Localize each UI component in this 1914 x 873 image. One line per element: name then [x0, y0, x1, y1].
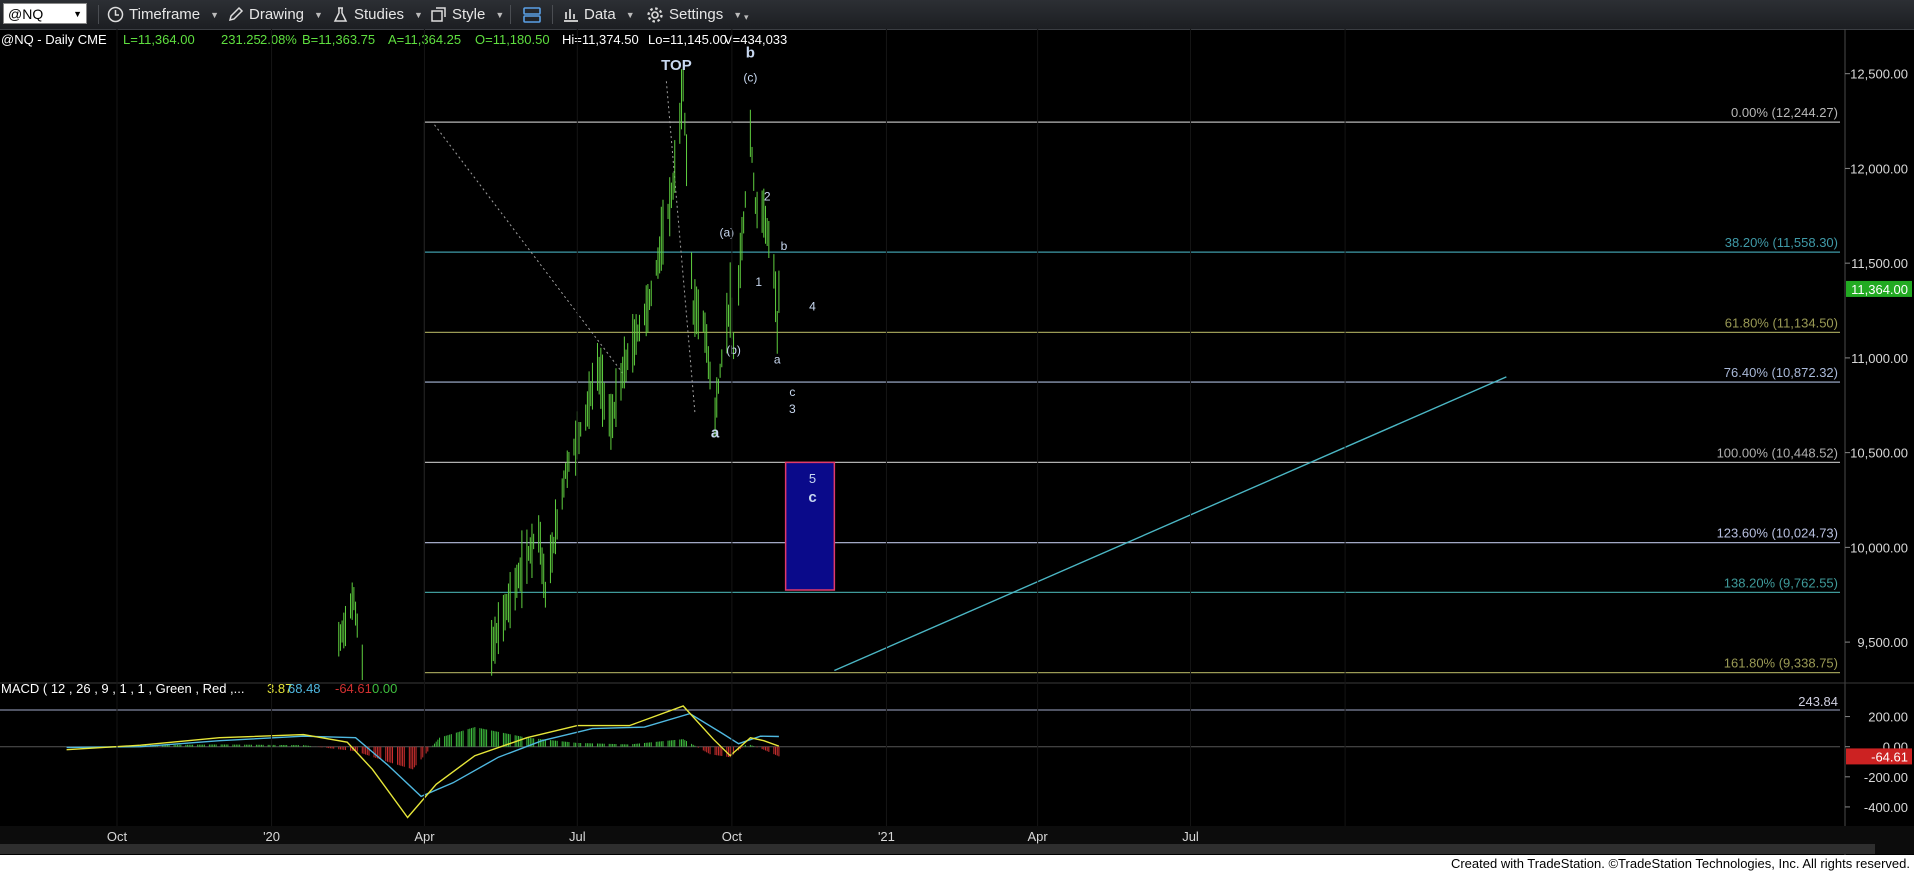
macd-reference-label: 243.84	[1798, 694, 1838, 709]
dotted-trend-line	[665, 81, 696, 413]
chevron-down-icon: ▼	[73, 8, 82, 19]
price-header: @NQ - Daily CME L=11,364.00 231.25 2.08%…	[1, 32, 787, 47]
data-label: Data	[584, 6, 616, 23]
fib-level-label: 76.40% (10,872.32)	[1724, 365, 1838, 380]
data-button[interactable]: Data ▼	[562, 0, 635, 29]
gear-icon	[647, 6, 663, 23]
macd-histogram	[67, 727, 780, 770]
time-axis-label: Jul	[1182, 829, 1199, 844]
price-axis-label: 11,000.00	[1851, 351, 1908, 366]
toolbar-divider	[98, 5, 99, 24]
time-axis-label: Apr	[1028, 829, 1049, 844]
chevron-down-icon: ▼	[733, 9, 743, 20]
toolbar: @NQ ▼ Timeframe ▼ Drawing ▼ Studies ▼ St…	[0, 0, 1914, 30]
timeframe-button[interactable]: Timeframe ▼	[107, 0, 219, 29]
style-button[interactable]: Style ▼	[430, 0, 504, 29]
macd-axis-label: 200.00	[1868, 710, 1908, 725]
more-caret-icon[interactable]: ▾	[744, 12, 749, 23]
fib-level-label: 100.00% (10,448.52)	[1717, 445, 1838, 460]
header-last: L=11,364.00	[123, 32, 195, 47]
wave-label: (b)	[726, 343, 741, 357]
timeframe-label: Timeframe	[129, 6, 201, 23]
wave-label: 2	[764, 190, 771, 204]
style-icon	[431, 7, 446, 22]
fib-level-label: 0.00% (12,244.27)	[1731, 105, 1838, 120]
header-low: Lo=11,145.00	[648, 32, 727, 47]
price-bars	[338, 68, 780, 680]
teal-trend-line	[834, 376, 1507, 672]
macd-line	[66, 705, 780, 819]
drawing-button[interactable]: Drawing ▼	[227, 0, 323, 29]
price-axis-label: 11,500.00	[1851, 256, 1908, 271]
fib-level-label: 61.80% (11,134.50)	[1725, 315, 1838, 330]
header-volume: V=434,033	[724, 32, 787, 47]
wave-label: 5	[809, 471, 816, 486]
wave-label: a	[711, 424, 720, 441]
fib-level-label: 123.60% (10,024.73)	[1717, 526, 1838, 541]
flask-icon	[333, 7, 348, 22]
time-axis-label: Oct	[107, 829, 128, 844]
chevron-down-icon: ▼	[414, 9, 423, 20]
chart-layers: Oct 12,500.00 12,000.00 11,500.00 11,000.00 1…	[0, 29, 1914, 855]
layout-icon	[523, 6, 541, 23]
wave-label: 3	[789, 402, 796, 416]
time-axis-label: Jul	[569, 829, 586, 844]
header-bid: B=11,363.75	[302, 32, 375, 47]
toolbar-divider	[552, 5, 553, 24]
wave-label: b	[746, 45, 755, 62]
fib-level-label: 38.20% (11,558.30)	[1725, 235, 1838, 250]
wave-label: (c)	[743, 70, 757, 84]
chart-area[interactable]: @NQ - Daily CME L=11,364.00 231.25 2.08%…	[0, 29, 1914, 855]
price-axis-label: 12,500.00	[1850, 67, 1908, 82]
wave-label: c	[808, 489, 816, 506]
price-axis-label: 9,500.00	[1857, 635, 1908, 650]
wave-label: a	[774, 353, 781, 367]
style-label: Style	[452, 6, 486, 23]
horizontal-scrollbar	[0, 844, 1875, 854]
macd-axis-label: -400.00	[1864, 800, 1908, 815]
fib-level-label: 161.80% (9,338.75)	[1724, 656, 1838, 671]
drawing-label: Drawing	[249, 6, 305, 23]
header-high: Hi=11,374.50	[562, 32, 639, 47]
studies-label: Studies	[354, 6, 405, 23]
dotted-trend-line	[434, 124, 624, 374]
wave-label: 4	[809, 300, 816, 314]
time-axis-label: Apr	[414, 829, 435, 844]
header-pct: 2.08%	[260, 32, 297, 47]
wave-label: c	[789, 385, 795, 399]
footer-copyright: Created with TradeStation. ©TradeStation…	[0, 855, 1914, 873]
layout-button[interactable]	[522, 0, 542, 29]
time-axis-label: '21	[878, 829, 895, 844]
clock-icon	[107, 6, 124, 23]
price-axis-label: 10,500.00	[1850, 446, 1908, 461]
bar-chart-icon	[564, 9, 578, 22]
studies-button[interactable]: Studies ▼	[332, 0, 423, 29]
toolbar-divider	[510, 5, 511, 24]
header-change: 231.25	[221, 32, 261, 47]
macd-hist-tag-label: -64.61	[1871, 749, 1908, 764]
settings-button[interactable]: Settings ▼	[646, 0, 742, 29]
chevron-down-icon: ▼	[495, 9, 505, 20]
chevron-down-icon: ▼	[625, 9, 635, 20]
wave-label: 1	[755, 275, 762, 289]
price-axis-label: 12,000.00	[1850, 161, 1908, 176]
macd-axis-label: -200.00	[1864, 770, 1908, 785]
settings-label: Settings	[669, 6, 724, 23]
pencil-icon	[228, 6, 244, 22]
time-axis-label: '20	[263, 829, 280, 844]
wave-label: TOP	[661, 57, 692, 74]
header-open: O=11,180.50	[475, 32, 550, 47]
fib-level-label: 138.20% (9,762.55)	[1724, 575, 1838, 590]
time-axis-label: Oct	[722, 829, 743, 844]
header-symbol: @NQ - Daily CME	[1, 32, 107, 47]
wave-label: b	[781, 239, 788, 253]
last-price-label: 11,364.00	[1851, 282, 1908, 297]
chevron-down-icon: ▼	[314, 9, 323, 20]
chevron-down-icon: ▼	[210, 9, 220, 20]
price-axis-label: 10,000.00	[1850, 540, 1908, 555]
symbol-value: @NQ	[8, 5, 44, 22]
symbol-input[interactable]: @NQ ▼	[3, 3, 87, 24]
